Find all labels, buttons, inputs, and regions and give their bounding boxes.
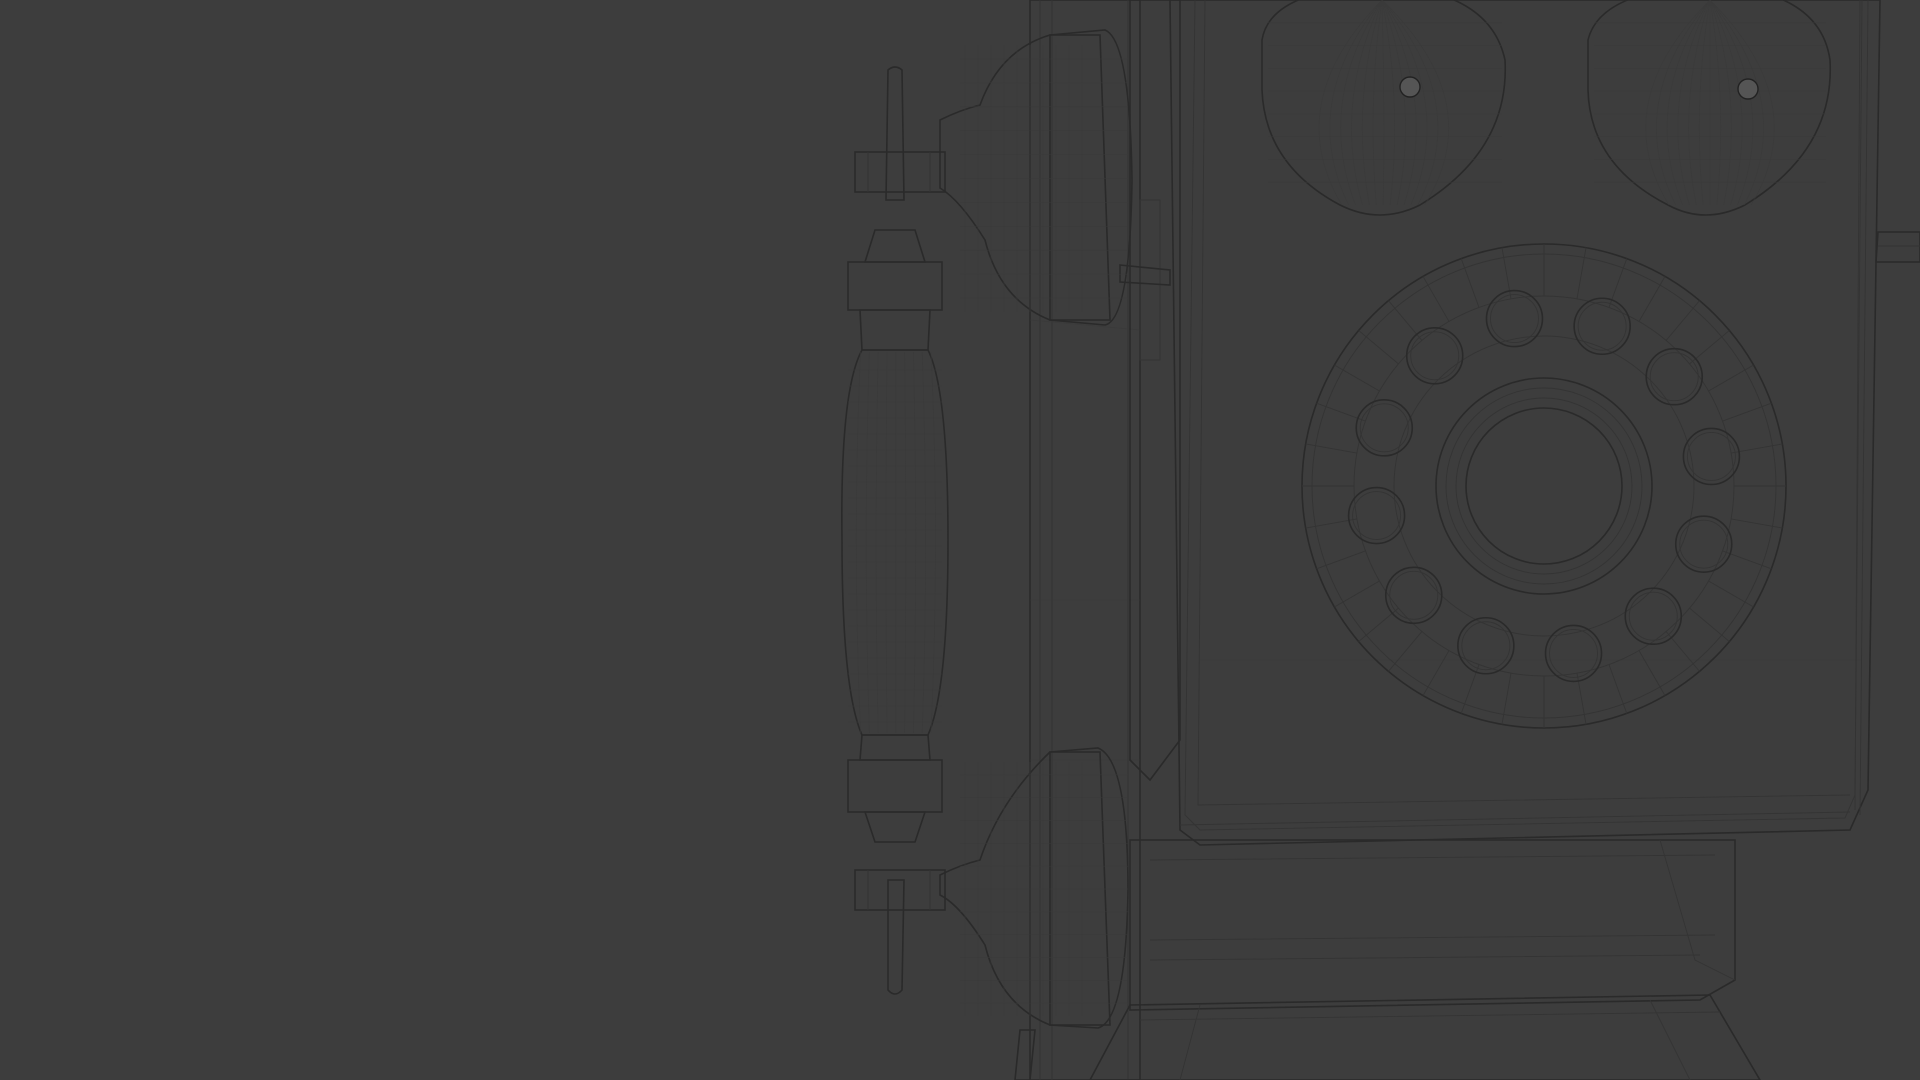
dial-finger-hole — [1544, 624, 1603, 683]
shelf — [1089, 839, 1761, 1080]
rotary-dial — [1301, 243, 1787, 729]
dial-finger-hole — [1682, 427, 1741, 486]
dial-finger-hole — [1384, 566, 1443, 625]
handset — [841, 29, 1171, 1080]
dial-finger-hole — [1645, 347, 1704, 406]
dial-finger-hole — [1457, 616, 1515, 675]
dial-finger-hole — [1355, 399, 1414, 457]
wireframe-scene — [841, 0, 1920, 1080]
dial-finger-hole — [1624, 587, 1683, 646]
3d-viewport — [0, 0, 1920, 1080]
dial-finger-hole — [1405, 326, 1464, 385]
bell-dome-right — [1587, 0, 1832, 216]
bell-dome-left — [1261, 0, 1507, 216]
dial-finger-hole — [1347, 486, 1406, 545]
dial-finger-hole — [1674, 515, 1733, 573]
dial-finger-hole — [1485, 289, 1544, 348]
dial-finger-hole — [1573, 297, 1631, 356]
